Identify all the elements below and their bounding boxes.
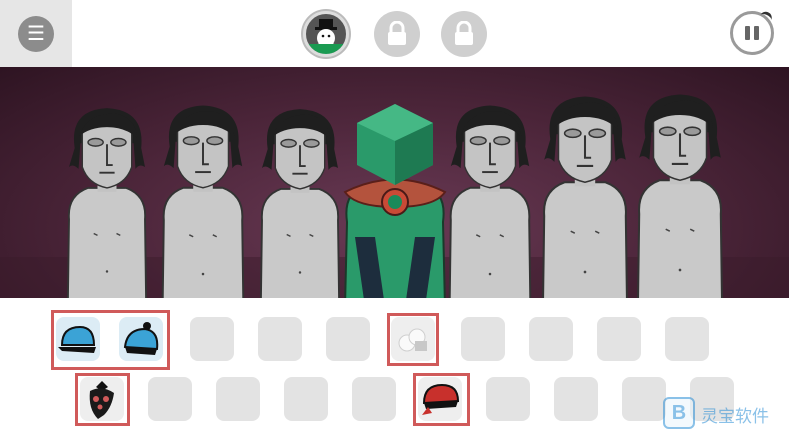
sound-slot[interactable] bbox=[461, 317, 505, 361]
blue-beanie-icon bbox=[123, 322, 159, 355]
sound-slot-blue-beanie[interactable] bbox=[119, 317, 163, 361]
character-slot-locked-1[interactable] bbox=[374, 11, 420, 57]
sound-slot[interactable] bbox=[258, 317, 302, 361]
menu-icon: ☰ bbox=[27, 23, 45, 45]
sound-slot[interactable] bbox=[216, 377, 260, 421]
sound-slot[interactable] bbox=[486, 377, 530, 421]
stage bbox=[0, 67, 789, 298]
character-slot-snowman[interactable] bbox=[303, 11, 349, 57]
lock-icon bbox=[388, 21, 406, 45]
sound-slot[interactable] bbox=[597, 317, 641, 361]
game-screen: ☰ B 灵宝软件 bbox=[0, 0, 789, 443]
sound-slot[interactable] bbox=[352, 377, 396, 421]
sound-slot-red-bandana[interactable] bbox=[418, 377, 462, 421]
lock-icon bbox=[455, 21, 473, 45]
sound-slot-bird-mask[interactable] bbox=[80, 377, 124, 421]
performer-7[interactable] bbox=[636, 93, 724, 298]
sound-slot[interactable] bbox=[284, 377, 328, 421]
top-bar: ☰ bbox=[0, 0, 789, 67]
red-bandana-icon bbox=[422, 383, 460, 415]
character-slot-locked-2[interactable] bbox=[441, 11, 487, 57]
watermark: B 灵宝软件 bbox=[663, 397, 787, 433]
performer-costumed[interactable] bbox=[343, 104, 447, 298]
watermark-text: 灵宝软件 bbox=[701, 407, 769, 427]
performer-6[interactable] bbox=[541, 95, 629, 298]
pause-button[interactable] bbox=[730, 9, 774, 55]
watermark-logo: B bbox=[663, 397, 695, 429]
sound-slot[interactable] bbox=[326, 317, 370, 361]
performer-3[interactable] bbox=[259, 108, 341, 298]
sound-slot-white-cloud[interactable] bbox=[391, 317, 435, 361]
sound-slot[interactable] bbox=[190, 317, 234, 361]
sound-slot[interactable] bbox=[529, 317, 573, 361]
menu-area: ☰ bbox=[0, 0, 72, 67]
blue-cap-icon bbox=[58, 325, 96, 353]
performer-5[interactable] bbox=[447, 104, 533, 298]
active-indicator bbox=[306, 44, 346, 54]
sound-slot[interactable] bbox=[665, 317, 709, 361]
performer-2[interactable] bbox=[160, 104, 246, 298]
progress-arc bbox=[760, 9, 774, 21]
menu-button[interactable]: ☰ bbox=[18, 16, 54, 52]
performer-1[interactable] bbox=[66, 107, 148, 298]
sound-slot[interactable] bbox=[554, 377, 598, 421]
sound-slot[interactable] bbox=[622, 377, 666, 421]
sound-slot[interactable] bbox=[148, 377, 192, 421]
sound-slot-blue-cap[interactable] bbox=[56, 317, 100, 361]
white-cloud-icon bbox=[398, 328, 427, 352]
black-bird-mask-icon bbox=[89, 381, 114, 419]
